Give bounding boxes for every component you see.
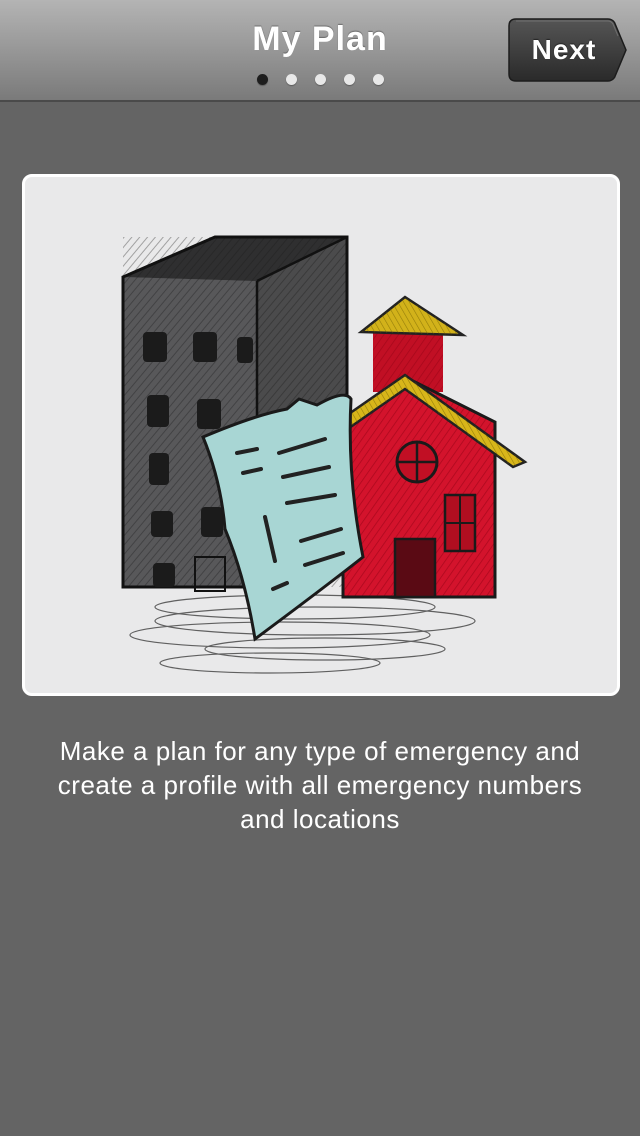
next-button[interactable]: Next xyxy=(508,18,628,82)
plan-illustration xyxy=(121,235,528,674)
page-dot-1[interactable] xyxy=(256,74,268,85)
page-dot-3[interactable] xyxy=(314,74,326,85)
navigation-bar: My Plan Next xyxy=(0,0,640,102)
next-button-label: Next xyxy=(531,34,597,65)
description-text: Make a plan for any type of emergency an… xyxy=(57,736,583,834)
page-dot-4[interactable] xyxy=(343,74,355,85)
ground-scribble xyxy=(129,594,476,674)
plan-document xyxy=(201,393,365,642)
illustration-card xyxy=(22,174,620,696)
page-dot-2[interactable] xyxy=(285,74,297,85)
page-dot-5[interactable] xyxy=(372,74,384,85)
